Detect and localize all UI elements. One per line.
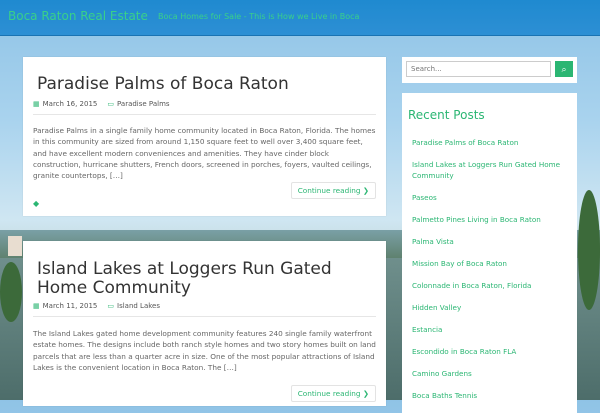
site-tagline: Boca Homes for Sale - This is How we Liv… <box>158 12 360 21</box>
recent-post-link[interactable]: Mission Bay of Boca Raton <box>412 258 572 269</box>
post-category[interactable]: Paradise Palms <box>117 100 170 108</box>
post-card: Paradise Palms of Boca Raton ▦ March 16,… <box>23 57 386 216</box>
folder-icon: ▭ <box>107 100 114 108</box>
background-palm <box>578 190 600 310</box>
recent-posts-list: Paradise Palms of Boca Raton Island Lake… <box>412 137 572 412</box>
recent-post-link[interactable]: Hidden Valley <box>412 302 572 313</box>
continue-reading-label: Continue reading <box>297 186 361 195</box>
chevron-right-icon: ❯ <box>362 186 369 195</box>
continue-reading-button[interactable]: Continue reading ❯ <box>290 182 376 199</box>
recent-post-link[interactable]: Boca Baths Tennis <box>412 390 572 401</box>
post-card: Island Lakes at Loggers Run Gated Home C… <box>23 241 386 406</box>
post-excerpt: The Island Lakes gated home development … <box>33 329 376 372</box>
calendar-icon: ▦ <box>33 302 40 310</box>
post-date[interactable]: March 16, 2015 <box>43 100 98 108</box>
post-meta: ▦ March 11, 2015 ▭ Island Lakes <box>33 302 160 310</box>
divider <box>33 316 376 317</box>
background-palm <box>0 262 22 322</box>
post-date[interactable]: March 11, 2015 <box>43 302 98 310</box>
recent-post-link[interactable]: Palmetto Pines Living in Boca Raton <box>412 214 572 225</box>
tag-icon: ◆ <box>33 199 40 208</box>
post-category[interactable]: Island Lakes <box>117 302 160 310</box>
post-title[interactable]: Paradise Palms of Boca Raton <box>37 75 382 94</box>
search-icon: ⌕ <box>561 64 567 74</box>
post-title[interactable]: Island Lakes at Loggers Run Gated Home C… <box>37 260 382 298</box>
continue-reading-button[interactable]: Continue reading ❯ <box>290 385 376 402</box>
site-header: Boca Raton Real Estate Boca Homes for Sa… <box>0 0 600 36</box>
recent-post-link[interactable]: Paseos <box>412 192 572 203</box>
search-button[interactable]: ⌕ <box>555 61 573 77</box>
post-meta: ▦ March 16, 2015 ▭ Paradise Palms <box>33 100 170 108</box>
recent-posts-widget: Recent Posts Paradise Palms of Boca Rato… <box>402 93 577 413</box>
search-widget: ⌕ <box>402 57 577 83</box>
folder-icon: ▭ <box>107 302 114 310</box>
recent-post-link[interactable]: Paradise Palms of Boca Raton <box>412 137 572 148</box>
divider <box>33 114 376 115</box>
recent-post-link[interactable]: Island Lakes at Loggers Run Gated Home C… <box>412 159 572 181</box>
search-input[interactable] <box>406 61 551 77</box>
calendar-icon: ▦ <box>33 100 40 108</box>
recent-post-link[interactable]: Escondido in Boca Raton FLA <box>412 346 572 357</box>
recent-post-link[interactable]: Camino Gardens <box>412 368 572 379</box>
widget-title: Recent Posts <box>408 108 485 122</box>
recent-post-link[interactable]: Colonnade in Boca Raton, Florida <box>412 280 572 291</box>
continue-reading-label: Continue reading <box>297 389 361 398</box>
post-excerpt: Paradise Palms in a single family home c… <box>33 126 376 181</box>
recent-post-link[interactable]: Estancia <box>412 324 572 335</box>
background-building <box>8 236 22 256</box>
chevron-right-icon: ❯ <box>362 389 369 398</box>
recent-post-link[interactable]: Palma Vista <box>412 236 572 247</box>
site-title[interactable]: Boca Raton Real Estate <box>8 9 148 23</box>
